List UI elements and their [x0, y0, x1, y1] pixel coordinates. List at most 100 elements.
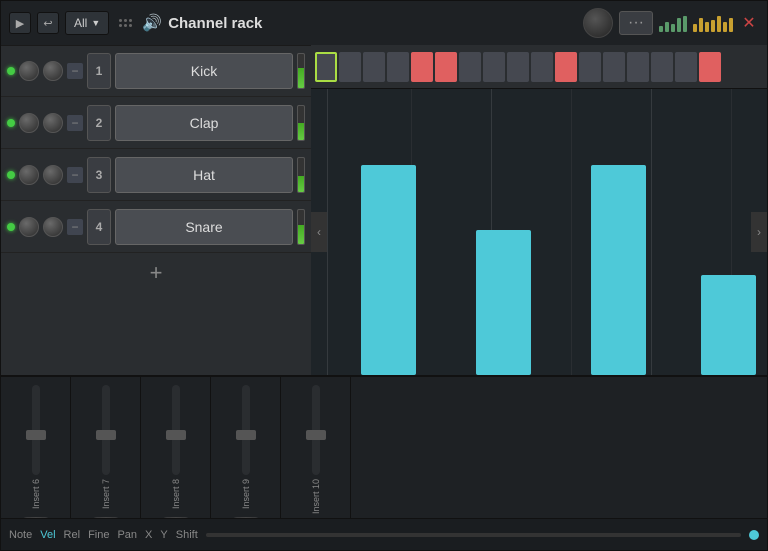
note-dot[interactable] — [749, 530, 759, 540]
close-button[interactable]: ✕ — [739, 13, 759, 33]
mixer-strip-8: Insert 8 — [141, 377, 211, 518]
step-5[interactable] — [411, 52, 433, 82]
note-bar-3[interactable] — [591, 165, 646, 375]
step-11[interactable] — [555, 52, 577, 82]
note-label-shift[interactable]: Shift — [176, 529, 198, 541]
fader-thumb-7[interactable] — [96, 430, 116, 440]
more-button[interactable]: ··· — [619, 11, 653, 35]
piano-roll[interactable]: ‹ › — [311, 89, 767, 375]
channel-4-vol-knob[interactable] — [19, 217, 39, 237]
channel-1-led[interactable] — [7, 67, 15, 75]
green-chart[interactable] — [659, 14, 687, 32]
channel-1-strip[interactable] — [297, 53, 305, 89]
fader-track-6 — [32, 385, 40, 475]
step-sequencer — [311, 45, 767, 89]
channel-row-3: − 3 Hat — [1, 149, 311, 201]
channel-3-vol-knob[interactable] — [19, 165, 39, 185]
channel-2-vol-knob[interactable] — [19, 113, 39, 133]
note-bar-4[interactable] — [701, 275, 756, 375]
note-label-x[interactable]: X — [145, 529, 152, 541]
strip-knob-9[interactable] — [234, 517, 258, 518]
channel-1-mute-button[interactable]: − — [67, 63, 83, 79]
channel-2-strip[interactable] — [297, 105, 305, 141]
bottom-area: Insert 6 Insert 7 — [1, 375, 767, 550]
note-label-y[interactable]: Y — [160, 529, 167, 541]
filter-dropdown[interactable]: All ▼ — [65, 11, 109, 35]
step-13[interactable] — [603, 52, 625, 82]
strip-knob-8[interactable] — [164, 517, 188, 518]
strip-label-10: Insert 10 — [311, 479, 321, 514]
fader-track-8 — [172, 385, 180, 475]
note-bar-2[interactable] — [476, 230, 531, 375]
channel-1-vol-knob[interactable] — [19, 61, 39, 81]
step-9[interactable] — [507, 52, 529, 82]
channel-2-led[interactable] — [7, 119, 15, 127]
channel-3-number: 3 — [87, 157, 111, 193]
step-2[interactable] — [339, 52, 361, 82]
channel-4-name-button[interactable]: Snare — [115, 209, 293, 245]
fader-thumb-9[interactable] — [236, 430, 256, 440]
channel-3-pan-knob[interactable] — [43, 165, 63, 185]
step-7[interactable] — [459, 52, 481, 82]
scroll-right-button[interactable]: › — [751, 212, 767, 252]
channel-3-led[interactable] — [7, 171, 15, 179]
note-label-fine[interactable]: Fine — [88, 529, 109, 541]
channel-1-name-button[interactable]: Kick — [115, 53, 293, 89]
channel-1-pan-knob[interactable] — [43, 61, 63, 81]
logo-circle — [583, 8, 613, 38]
channel-1-strip-fill — [298, 68, 304, 88]
channel-4-strip[interactable] — [297, 209, 305, 245]
channel-2-mute-button[interactable]: − — [67, 115, 83, 131]
step-12[interactable] — [579, 52, 601, 82]
fader-thumb-8[interactable] — [166, 430, 186, 440]
channel-3-mute-button[interactable]: − — [67, 167, 83, 183]
step-8[interactable] — [483, 52, 505, 82]
orange-chart[interactable] — [693, 14, 733, 32]
step-10[interactable] — [531, 52, 553, 82]
note-label-rel[interactable]: Rel — [64, 529, 81, 541]
channel-list: − 1 Kick − 2 Clap — [1, 45, 311, 375]
strip-label-8: Insert 8 — [171, 479, 181, 509]
step-3[interactable] — [363, 52, 385, 82]
step-4[interactable] — [387, 52, 409, 82]
fader-track-9 — [242, 385, 250, 475]
step-16[interactable] — [675, 52, 697, 82]
step-14[interactable] — [627, 52, 649, 82]
mixer-strip-9: Insert 9 — [211, 377, 281, 518]
step-6[interactable] — [435, 52, 457, 82]
mixer-strip-6: Insert 6 — [1, 377, 71, 518]
channel-row-4: − 4 Snare — [1, 201, 311, 253]
note-bar-1[interactable] — [361, 165, 416, 375]
channel-2-name-button[interactable]: Clap — [115, 105, 293, 141]
scroll-left-button[interactable]: ‹ — [311, 212, 327, 252]
channel-3-strip[interactable] — [297, 157, 305, 193]
pattern-view: ‹ › — [311, 45, 767, 375]
channel-2-strip-fill — [298, 123, 304, 140]
step-1[interactable] — [315, 52, 337, 82]
channel-row-1: − 1 Kick — [1, 45, 311, 97]
play-button[interactable]: ▶ — [9, 12, 31, 34]
channel-3-name-button[interactable]: Hat — [115, 157, 293, 193]
step-15[interactable] — [651, 52, 673, 82]
fader-thumb-10[interactable] — [306, 430, 326, 440]
channel-4-mute-button[interactable]: − — [67, 219, 83, 235]
step-17[interactable] — [699, 52, 721, 82]
fader-thumb-6[interactable] — [26, 430, 46, 440]
undo-button[interactable]: ↩ — [37, 12, 59, 34]
note-label-vel[interactable]: Vel — [40, 529, 55, 541]
strip-knob-6[interactable] — [24, 517, 48, 518]
drag-handle — [119, 19, 132, 27]
strip-knob-7[interactable] — [94, 517, 118, 518]
channel-2-pan-knob[interactable] — [43, 113, 63, 133]
channel-4-pan-knob[interactable] — [43, 217, 63, 237]
chevron-down-icon: ▼ — [91, 18, 100, 28]
fader-track-10 — [312, 385, 320, 475]
add-channel-button[interactable]: + — [1, 253, 311, 293]
channel-4-number: 4 — [87, 209, 111, 245]
note-label-note[interactable]: Note — [9, 529, 32, 541]
channel-4-led[interactable] — [7, 223, 15, 231]
note-slider[interactable] — [206, 533, 741, 537]
mixer-strip-7: Insert 7 — [71, 377, 141, 518]
note-label-pan[interactable]: Pan — [117, 529, 137, 541]
mixer-strips: Insert 6 Insert 7 — [1, 377, 767, 518]
